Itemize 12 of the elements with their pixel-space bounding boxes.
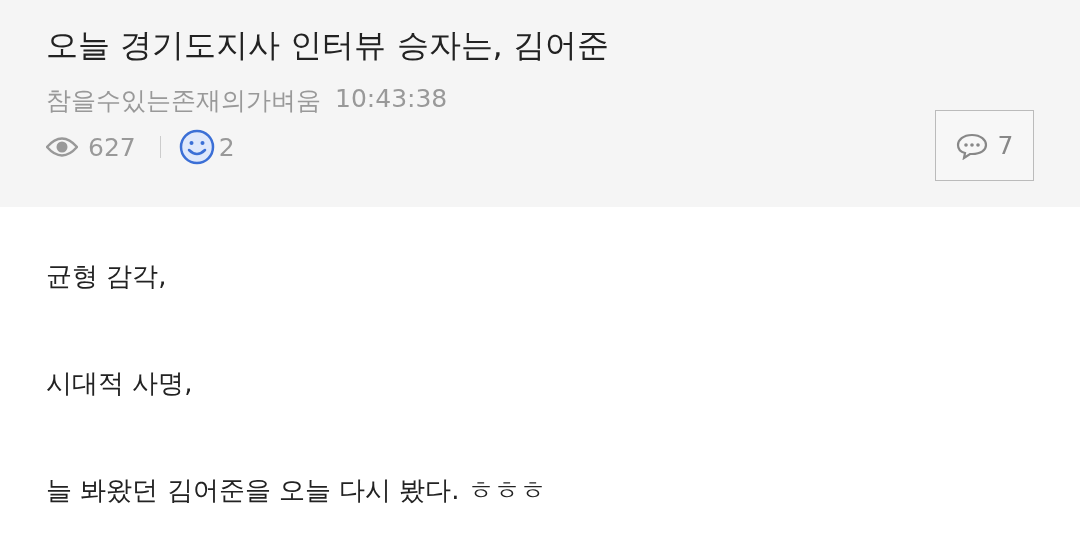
- post-title: 오늘 경기도지사 인터뷰 승자는, 김어준: [46, 25, 609, 66]
- body-paragraph: 늘 봐왔던 김어준을 오늘 다시 봤다. ㅎㅎㅎ: [46, 474, 547, 507]
- smiley-icon: [178, 129, 215, 165]
- view-count: 627: [88, 132, 136, 162]
- comment-button[interactable]: 7: [935, 110, 1034, 181]
- post-time: 10:43:38: [335, 84, 448, 115]
- speech-bubble-icon: [955, 131, 988, 160]
- author-name: 참을수있는존재의가벼움: [46, 85, 321, 117]
- body-paragraph: 균형 감각,: [46, 260, 168, 293]
- eye-icon: [46, 136, 78, 158]
- like-count: 2: [218, 132, 235, 162]
- body-paragraph: 시대적 사명,: [46, 367, 194, 400]
